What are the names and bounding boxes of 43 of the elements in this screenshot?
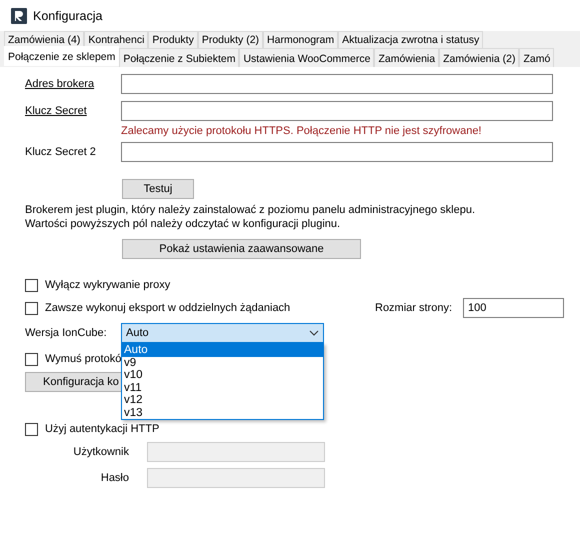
input-field[interactable]	[121, 142, 553, 162]
checkbox[interactable]	[25, 422, 38, 436]
checkbox-label: Wyłącz wykrywanie proxy	[45, 279, 170, 291]
dropdown-option[interactable]: Auto	[122, 344, 323, 356]
window-title: Konfiguracja	[33, 8, 102, 22]
tab[interactable]: Połączenie z Subiektem	[119, 48, 240, 67]
checkbox-label: Wymuś protokó	[45, 353, 122, 365]
field-label: Użytkownik	[72, 446, 129, 458]
tab[interactable]: Zamó	[519, 48, 554, 67]
input-field[interactable]	[121, 74, 553, 94]
tab[interactable]: Połączenie ze sklepem	[4, 46, 120, 66]
tab[interactable]: Ustawienia WooCommerce	[239, 48, 374, 67]
checkbox-label: Użyj autentykacji HTTP	[45, 423, 160, 435]
tab[interactable]: Kontrahenci	[84, 31, 148, 48]
advanced-settings-button[interactable]: Pokaż ustawienia zaawansowane	[122, 239, 361, 259]
field-label: Hasło	[100, 472, 129, 484]
tab[interactable]: Harmonogram	[263, 31, 338, 48]
field-link[interactable]: Klucz Secret	[25, 105, 121, 117]
dropdown-option[interactable]: v13	[122, 406, 323, 419]
chevron-down-icon	[309, 330, 319, 336]
ioncube-label: Wersja IonCube:	[25, 327, 108, 339]
page-size-field[interactable]: 100	[463, 298, 564, 318]
app-logo-icon	[11, 8, 27, 24]
checkbox[interactable]	[25, 352, 38, 366]
test-button[interactable]: Testuj	[122, 179, 194, 199]
ioncube-dropdown[interactable]: Auto	[121, 323, 324, 343]
tab[interactable]: Produkty (2)	[198, 31, 264, 48]
info-text: Wartości powyższych pól należy odczytać w konfiguracji pluginu.	[25, 217, 342, 231]
checkbox[interactable]	[25, 278, 38, 292]
tab[interactable]: Zamówienia	[374, 48, 440, 67]
dropdown-option[interactable]: v12	[122, 394, 323, 406]
checkbox-label: Zawsze wykonuj eksport w oddzielnych żądaniach	[45, 302, 292, 314]
field-link[interactable]: Adres brokera	[25, 78, 121, 90]
field-label: Klucz Secret 2	[25, 146, 97, 158]
page-size-label: Rozmiar strony:	[375, 302, 454, 314]
dropdown-option[interactable]: v9	[122, 356, 323, 369]
checkbox[interactable]	[25, 302, 38, 314]
info-text: Brokerem jest plugin, który należy zainstalować z poziomu panelu administracyjnego sklepu.	[25, 203, 476, 217]
input-field[interactable]	[121, 101, 553, 121]
tab[interactable]: Zamówienia (2)	[439, 48, 520, 67]
tab[interactable]: Aktualizacja zwrotna i statusy	[338, 31, 484, 48]
warning-text: Zalecamy użycie protokołu HTTPS. Połączenie HTTP nie jest szyfrowane!	[120, 125, 482, 139]
tab[interactable]: Produkty	[148, 31, 198, 48]
